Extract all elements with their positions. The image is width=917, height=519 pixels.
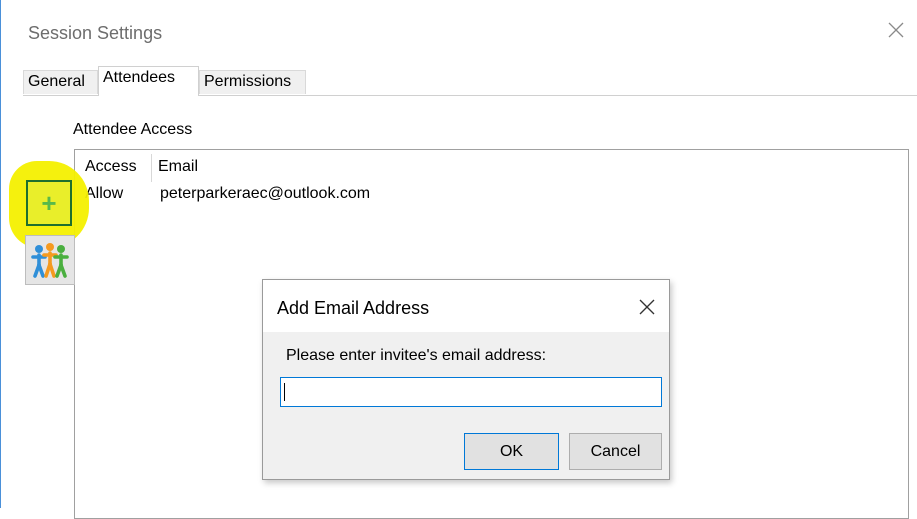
row-email-cell[interactable]: peterparkeraec@outlook.com <box>160 185 370 203</box>
column-separator[interactable] <box>151 154 152 182</box>
add-group-button[interactable] <box>25 235 75 285</box>
column-header-access[interactable]: Access <box>85 158 137 176</box>
add-email-dialog: Add Email Address Please enter invitee's… <box>262 279 670 480</box>
window-titlebar: Session Settings <box>2 0 917 66</box>
window-close-button[interactable] <box>886 20 912 46</box>
row-access-cell[interactable]: Allow <box>85 185 123 203</box>
text-caret <box>284 383 285 401</box>
email-prompt-label: Please enter invitee's email address: <box>286 347 547 364</box>
close-icon <box>639 299 655 315</box>
attendee-access-label: Attendee Access <box>73 121 193 138</box>
dialog-title: Add Email Address <box>277 298 430 318</box>
session-settings-window: Session Settings General Attendees Permi… <box>0 0 917 519</box>
dialog-close-button[interactable] <box>635 295 659 319</box>
add-attendee-button[interactable]: + <box>26 180 72 226</box>
column-header-email[interactable]: Email <box>158 158 198 176</box>
window-title: Session Settings <box>28 23 163 43</box>
dialog-titlebar: Add Email Address <box>263 280 669 332</box>
email-input[interactable] <box>280 377 662 407</box>
ok-button[interactable]: OK <box>464 433 559 470</box>
cancel-button[interactable]: Cancel <box>569 433 662 470</box>
tab-attendees[interactable]: Attendees <box>98 66 199 96</box>
close-icon <box>888 22 904 38</box>
plus-icon: + <box>41 188 57 218</box>
tab-permissions[interactable]: Permissions <box>199 70 306 94</box>
tab-general[interactable]: General <box>23 70 98 94</box>
people-group-icon <box>31 243 69 278</box>
